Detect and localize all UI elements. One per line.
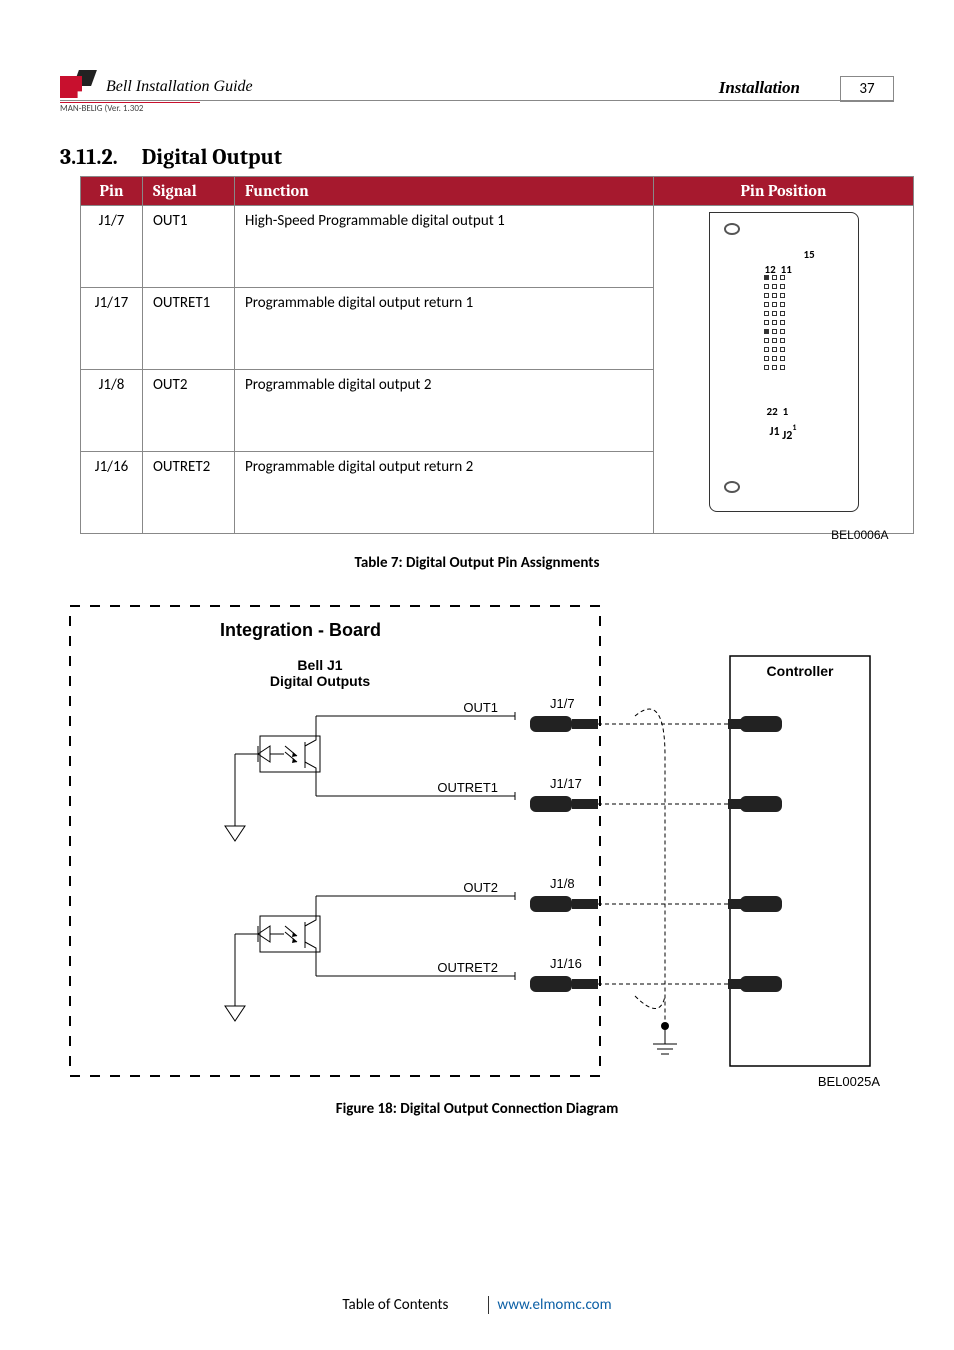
output-group-1: OUT1 J1/7 OUTRET1 J1/17 bbox=[225, 696, 782, 841]
label-j1-7: J1/7 bbox=[550, 696, 575, 711]
label-out1: OUT1 bbox=[463, 700, 498, 715]
page-footer: Table of Contents www.elmomc.com bbox=[0, 1296, 954, 1314]
cell-function: Programmable digital output return 1 bbox=[235, 288, 654, 370]
version-line: MAN-BELIG (Ver. 1.302 bbox=[60, 102, 200, 114]
mounting-hole-icon bbox=[724, 223, 740, 235]
cell-signal: OUTRET1 bbox=[143, 288, 235, 370]
cell-pin: J1/16 bbox=[81, 452, 143, 534]
th-signal: Signal bbox=[143, 177, 235, 206]
cell-pin: J1/17 bbox=[81, 288, 143, 370]
cell-signal: OUT2 bbox=[143, 370, 235, 452]
figure-diagram-code: BEL0025A bbox=[818, 1074, 880, 1089]
page-header: Bell Installation Guide Installation 37 bbox=[60, 70, 894, 101]
pin-label: 22 1 bbox=[767, 405, 789, 418]
connector-diagram: 15 12 11 bbox=[679, 212, 889, 522]
figure-caption: Figure 18: Digital Output Connection Dia… bbox=[60, 1100, 894, 1118]
cell-pin: J1/8 bbox=[81, 370, 143, 452]
label-integration-board: Integration - Board bbox=[220, 620, 381, 640]
footer-url-link[interactable]: www.elmomc.com bbox=[488, 1296, 611, 1314]
schematic-svg: Integration - Board Bell J1 Digital Outp… bbox=[60, 596, 894, 1096]
mounting-hole-icon bbox=[724, 481, 740, 493]
pin-label: 15 bbox=[804, 248, 815, 261]
cell-function: Programmable digital output return 2 bbox=[235, 452, 654, 534]
table-row: J1/7 OUT1 High-Speed Programmable digita… bbox=[81, 206, 914, 288]
section-title: Digital Output bbox=[142, 144, 282, 170]
label-bell-j1: Bell J1 bbox=[297, 657, 342, 673]
cell-signal: OUT1 bbox=[143, 206, 235, 288]
th-position: Pin Position bbox=[654, 177, 914, 206]
shield-ground-icon bbox=[635, 709, 677, 1054]
label-outret1: OUTRET1 bbox=[437, 780, 498, 795]
output-group-2: OUT2 J1/8 OUTRET2 J1/16 bbox=[225, 876, 782, 1021]
label-j1-17: J1/17 bbox=[550, 776, 582, 791]
footer-toc[interactable]: Table of Contents bbox=[342, 1296, 448, 1314]
cell-function: Programmable digital output 2 bbox=[235, 370, 654, 452]
cell-pin: J1/7 bbox=[81, 206, 143, 288]
pin-position-diagram-cell: 15 12 11 bbox=[654, 206, 914, 534]
diagram-code: BEL0006A bbox=[831, 528, 888, 542]
label-controller: Controller bbox=[767, 663, 834, 679]
connection-diagram-figure: Integration - Board Bell J1 Digital Outp… bbox=[60, 596, 894, 1096]
table-caption: Table 7: Digital Output Pin Assignments bbox=[60, 554, 894, 572]
label-j1-16: J1/16 bbox=[550, 956, 582, 971]
label-j1-8: J1/8 bbox=[550, 876, 575, 891]
section-heading: 3.11.2. Digital Output bbox=[60, 144, 894, 170]
pin-grid-icon bbox=[764, 275, 785, 370]
label-out2: OUT2 bbox=[463, 880, 498, 895]
label-digital-outputs: Digital Outputs bbox=[270, 673, 371, 689]
header-left: Bell Installation Guide bbox=[60, 70, 253, 98]
guide-title: Bell Installation Guide bbox=[106, 78, 253, 96]
cell-function: High-Speed Programmable digital output 1 bbox=[235, 206, 654, 288]
company-logo bbox=[60, 70, 94, 98]
th-function: Function bbox=[235, 177, 654, 206]
section-number: 3.11.2. bbox=[60, 144, 118, 170]
header-section-title: Installation bbox=[719, 78, 800, 98]
connector-outline: 15 12 11 bbox=[709, 212, 859, 512]
page-number: 37 bbox=[840, 76, 894, 102]
digital-output-pin-table: Pin Signal Function Pin Position J1/7 OU… bbox=[80, 176, 914, 534]
cell-signal: OUTRET2 bbox=[143, 452, 235, 534]
pin-label: J1 J21 bbox=[770, 423, 797, 439]
th-pin: Pin bbox=[81, 177, 143, 206]
label-outret2: OUTRET2 bbox=[437, 960, 498, 975]
